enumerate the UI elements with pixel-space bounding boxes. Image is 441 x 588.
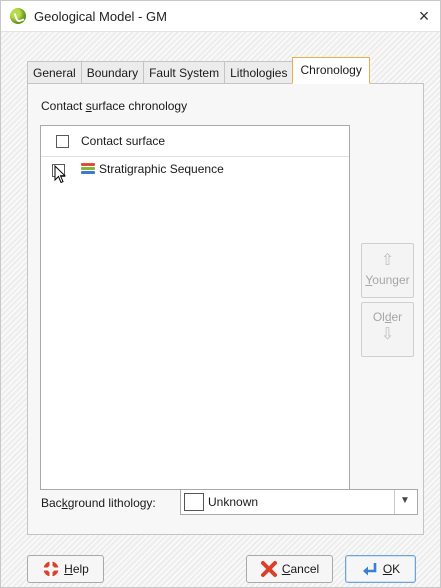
help-button[interactable]: Help xyxy=(27,555,104,583)
list-item[interactable]: Stratigraphic Sequence xyxy=(41,157,349,184)
ok-label: OK xyxy=(382,562,401,576)
help-label: Help xyxy=(64,562,89,576)
title-bar[interactable]: Geological Model - GM × xyxy=(1,1,440,32)
mouse-pointer-icon xyxy=(54,165,66,184)
contact-surface-list[interactable]: Contact surface Stratigraphic Sequence xyxy=(40,125,350,490)
arrow-down-icon: ⇩ xyxy=(380,326,395,343)
background-lithology-label: Background lithology: xyxy=(41,496,156,510)
leapfrog-app-icon xyxy=(10,8,26,24)
tab-lithologies[interactable]: Lithologies xyxy=(224,61,294,84)
close-button[interactable]: × xyxy=(414,6,434,26)
contact-surface-chronology-label: Contact surface chronology xyxy=(41,99,188,113)
younger-button[interactable]: ⇧ Younger xyxy=(361,243,414,298)
cancel-label: Cancel xyxy=(281,562,320,576)
select-all-checkbox[interactable] xyxy=(56,135,69,148)
arrow-up-icon: ⇧ xyxy=(380,252,395,269)
stratigraphic-sequence-label: Stratigraphic Sequence xyxy=(99,162,224,176)
ok-button[interactable]: OK xyxy=(345,555,416,583)
lithology-color-swatch xyxy=(184,493,204,511)
tab-boundary[interactable]: Boundary xyxy=(80,61,145,84)
window-title: Geological Model - GM xyxy=(34,8,167,24)
older-button[interactable]: Older ⇩ xyxy=(361,302,414,357)
cancel-button[interactable]: Cancel xyxy=(246,555,333,583)
ok-arrow-icon xyxy=(362,563,377,576)
tab-general[interactable]: General xyxy=(27,61,82,84)
list-header: Contact surface xyxy=(41,126,349,157)
tab-bar: General Boundary Fault System Lithologie… xyxy=(27,57,370,84)
dropdown-divider xyxy=(394,490,395,514)
background-lithology-dropdown[interactable]: Unknown ▼ xyxy=(180,489,418,515)
stratigraphic-layers-icon xyxy=(81,163,95,177)
chevron-down-icon[interactable]: ▼ xyxy=(400,495,410,506)
help-lifebuoy-icon xyxy=(43,561,60,577)
cancel-x-icon xyxy=(260,561,277,577)
chronology-panel: Contact surface chronology Contact surfa… xyxy=(27,83,424,535)
tab-fault-system[interactable]: Fault System xyxy=(143,61,226,84)
tab-chronology[interactable]: Chronology xyxy=(292,57,370,84)
dialog-window: Geological Model - GM × General Boundary… xyxy=(0,0,441,588)
background-lithology-value: Unknown xyxy=(208,495,259,509)
contact-surface-column-header[interactable]: Contact surface xyxy=(81,134,165,148)
